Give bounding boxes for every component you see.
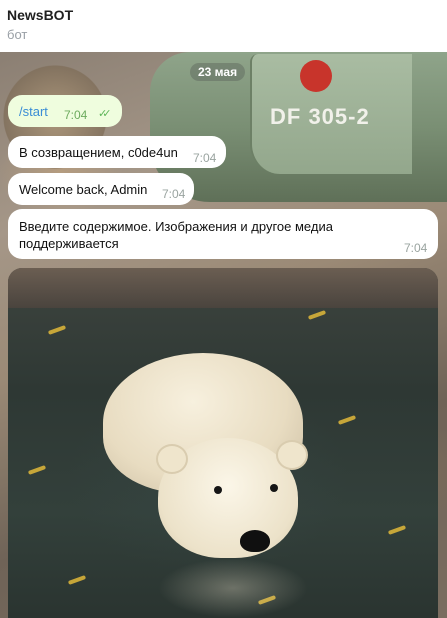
- message-time: 7:04: [193, 151, 217, 165]
- date-separator: 23 мая: [190, 63, 246, 81]
- polar-bear-nose: [240, 530, 270, 552]
- message-text: Введите содержимое. Изображения и другое…: [19, 219, 333, 251]
- message-text: В созвращением, c0de4un: [19, 145, 178, 160]
- message-outgoing[interactable]: /start 7:04 ✓✓: [8, 95, 122, 127]
- polar-bear-eye: [270, 484, 278, 492]
- polar-bear-ear: [156, 444, 188, 474]
- wallpaper-mecha-code: DF 305-2: [270, 104, 370, 129]
- message-time: 7:04: [64, 108, 88, 122]
- leaf-icon: [67, 575, 87, 585]
- polar-bear-eye: [214, 486, 222, 494]
- message-incoming[interactable]: Введите содержимое. Изображения и другое…: [8, 209, 438, 259]
- polar-bear-ear: [276, 440, 308, 470]
- message-incoming[interactable]: В созвращением, c0de4un 7:04: [8, 136, 226, 168]
- leaf-icon: [47, 325, 67, 335]
- command-link[interactable]: /start: [19, 104, 48, 119]
- chat-subtitle: бот: [7, 27, 28, 42]
- message-time: 7:04: [404, 241, 428, 255]
- photo-rocks: [8, 268, 438, 308]
- leaf-icon: [337, 415, 357, 425]
- message-incoming[interactable]: Welcome back, Admin 7:04: [8, 173, 194, 205]
- leaf-icon: [387, 525, 407, 535]
- chat-header[interactable]: NewsBOT бот: [0, 0, 447, 53]
- leaf-icon: [27, 465, 47, 475]
- double-check-icon: ✓✓: [98, 108, 112, 120]
- photo-message[interactable]: [8, 268, 438, 618]
- message-time: 7:04: [162, 187, 186, 201]
- chat-title[interactable]: NewsBOT: [7, 7, 73, 23]
- message-text: Welcome back, Admin: [19, 182, 148, 197]
- wallpaper-red-emblem: [300, 60, 332, 92]
- leaf-icon: [307, 310, 327, 320]
- water-reflection: [158, 558, 308, 618]
